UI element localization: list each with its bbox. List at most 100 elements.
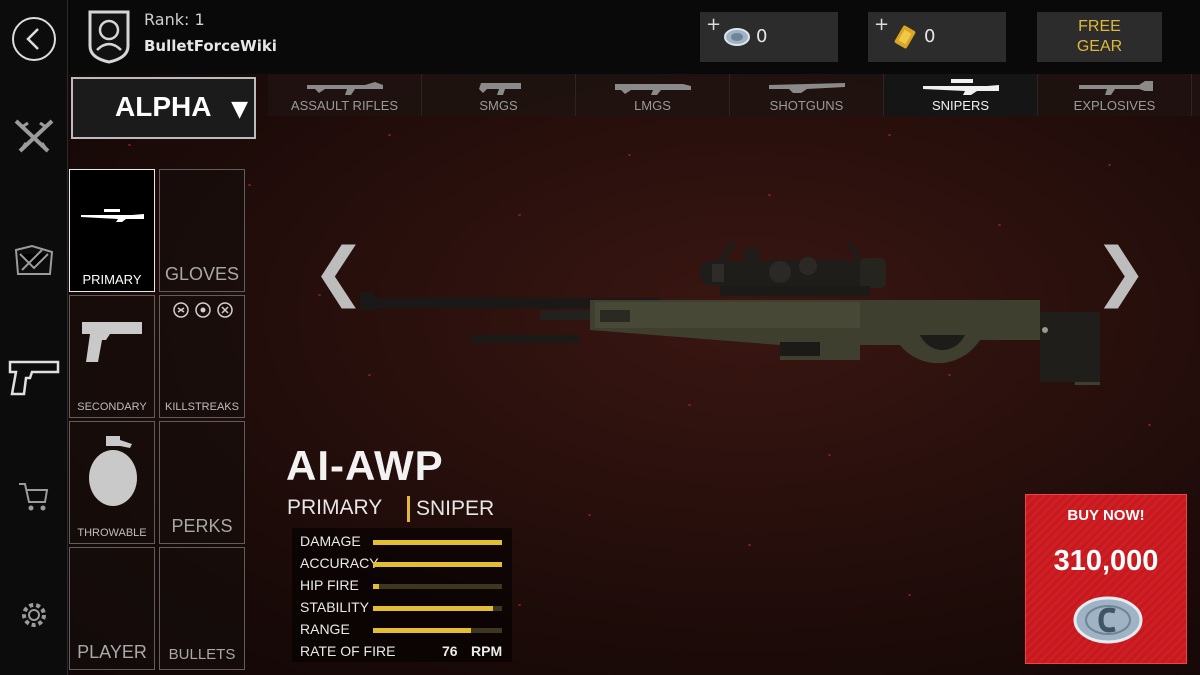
killstreak-icons [173,302,233,318]
weapon-class: SNIPER [407,496,494,522]
sniper-rifle-icon [81,209,144,222]
slot-label: KILLSTREAKS [165,401,239,413]
stat-bar [373,584,502,589]
slot-label: PERKS [171,516,233,536]
slot-perks[interactable]: PERKS [159,421,245,544]
left-nav-rail [0,0,68,675]
tab-explosives[interactable]: EXPLOSIVES [1038,74,1192,116]
launcher-icon [1079,81,1153,95]
grenade-icon [89,436,137,506]
slot-secondary[interactable]: SECONDARY [69,295,155,418]
slot-label: THROWABLE [77,527,147,539]
stat-bar [373,628,502,633]
gear-icon [22,603,46,627]
stat-rate-of-fire: RATE OF FIRE 76 RPM [292,641,512,661]
stat-bar-fill [373,540,502,545]
settings-nav-button[interactable] [0,590,68,640]
class-select-dropdown[interactable]: ALPHA ▼ [71,77,256,139]
tab-assault-rifles[interactable]: ASSAULT RIFLES [268,74,422,116]
weapon-category-tabs: ASSAULT RIFLES SMGS LMGS SHOTGUNS SNIPER… [268,74,1200,116]
prev-weapon-button[interactable]: ❮ [312,240,366,310]
weapon-render [360,240,1100,385]
shotgun-icon [769,83,845,93]
buy-price: 310,000 [1053,545,1159,577]
credit-coin-icon [1073,596,1143,644]
tab-label: EXPLOSIVES [1073,98,1156,113]
stat-bar [373,606,502,611]
stat-range: RANGE [292,619,512,639]
sniper-icon [923,79,999,95]
scene-nav-button[interactable] [0,235,68,285]
tab-lmgs[interactable]: LMGS [576,74,730,116]
rank-label: Rank: 1 [144,10,205,29]
buy-now-button[interactable]: BUY NOW! 310,000 [1025,494,1187,664]
slot-primary[interactable]: PRIMARY [69,169,155,292]
slot-bullets[interactable]: BULLETS [159,547,245,670]
credits-amount: 0 [756,26,768,47]
free-gear-button[interactable]: FREE GEAR [1037,12,1162,62]
rate-of-fire-value: 76 [442,643,458,659]
slot-killstreaks[interactable]: KILLSTREAKS [159,295,245,418]
loadout-nav-button[interactable] [0,110,68,160]
credits-balance[interactable]: + 0 [700,12,838,62]
tab-smgs[interactable]: SMGS [422,74,576,116]
tab-label: SHOTGUNS [769,98,844,113]
crossed-rifles-icon [14,119,54,153]
weapon-stats-panel: DAMAGE ACCURACY HIP FIRE STABILITY RANGE… [292,528,512,662]
pistol-icon [8,360,60,396]
slot-label: GLOVES [164,264,240,284]
stat-bar-fill [373,606,493,611]
buy-now-label: BUY NOW! [1067,507,1145,524]
credit-coin-icon [724,28,750,46]
weapon-slot-type: PRIMARY [287,496,383,519]
stat-label: STABILITY [300,599,369,615]
next-weapon-button[interactable]: ❯ [1094,240,1148,310]
gold-amount: 0 [924,26,936,47]
slot-label: BULLETS [168,646,236,663]
store-nav-button[interactable] [0,472,68,522]
add-credits-button[interactable]: + [706,14,721,35]
username: BulletForceWiki [144,37,277,55]
back-arrow-icon [12,17,56,61]
back-button[interactable] [0,14,68,64]
slot-label: SECONDARY [77,401,147,413]
assault-rifle-icon [307,82,383,95]
scene-icon [14,244,54,275]
stat-bar [373,562,502,567]
tab-label: LMGS [634,98,671,113]
gold-bar-icon [894,25,916,49]
top-bar: Rank: 1 BulletForceWiki + 0 + 0 FREE GEA… [68,0,1200,74]
free-gear-line1: FREE [1078,18,1121,35]
tab-label: SNIPERS [931,98,990,113]
cart-icon [19,483,49,511]
stat-bar-fill [373,562,502,567]
stat-label: HIP FIRE [300,577,359,593]
stat-accuracy: ACCURACY [292,553,512,573]
slot-player[interactable]: PLAYER [69,547,155,670]
stat-label: RANGE [300,621,350,637]
stat-bar-fill [373,584,380,589]
tab-shotguns[interactable]: SHOTGUNS [730,74,884,116]
class-select-value: ALPHA [115,91,212,122]
tab-label: SMGS [479,98,518,113]
stat-bar [373,540,502,545]
slot-label: PRIMARY [82,272,142,287]
stat-bar-fill [373,628,472,633]
stat-hip-fire: HIP FIRE [292,575,512,595]
stat-label: ACCURACY [300,555,379,571]
profile-badge-icon[interactable] [86,8,132,64]
lmg-icon [615,84,691,95]
slot-gloves[interactable]: GLOVES [159,169,245,292]
stat-label: DAMAGE [300,533,361,549]
slot-label: PLAYER [77,642,147,662]
tab-snipers[interactable]: SNIPERS [884,74,1038,116]
slot-throwable[interactable]: THROWABLE [69,421,155,544]
add-gold-button[interactable]: + [874,14,889,35]
gold-balance[interactable]: + 0 [868,12,1006,62]
weapon-name: AI-AWP [286,442,444,489]
pistol-icon [82,322,142,362]
weapons-nav-button[interactable] [0,352,68,402]
stat-damage: DAMAGE [292,531,512,551]
smg-icon [479,83,521,95]
tab-label: ASSAULT RIFLES [290,98,399,113]
